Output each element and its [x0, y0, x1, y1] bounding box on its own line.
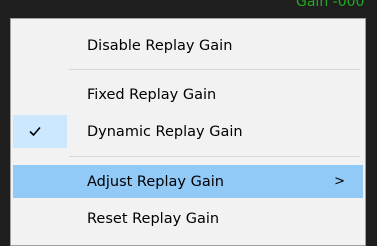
- menu-item-label: Fixed Replay Gain: [87, 86, 217, 103]
- menu-item-adjust-replay-gain[interactable]: Adjust Replay Gain >: [13, 165, 363, 198]
- menu-item-disable-replay-gain[interactable]: Disable Replay Gain: [13, 29, 363, 62]
- checkmark-icon: [29, 126, 41, 137]
- menu-item-reset-replay-gain[interactable]: Reset Replay Gain: [13, 202, 363, 235]
- menu-item-dynamic-replay-gain[interactable]: Dynamic Replay Gain: [13, 115, 363, 148]
- menu-separator: [69, 156, 360, 157]
- background-window-left: [0, 0, 10, 246]
- menu-item-label: Reset Replay Gain: [87, 210, 220, 227]
- menu-item-label: Dynamic Replay Gain: [87, 123, 243, 140]
- menu-item-fixed-replay-gain[interactable]: Fixed Replay Gain: [13, 78, 363, 111]
- menu-item-label: Disable Replay Gain: [87, 37, 233, 54]
- menu-separator: [69, 69, 360, 70]
- menu-item-label: Adjust Replay Gain: [87, 173, 224, 190]
- background-window-right: [365, 0, 377, 246]
- context-menu: Disable Replay Gain Fixed Replay Gain Dy…: [10, 18, 366, 246]
- submenu-arrow-icon: >: [334, 174, 345, 189]
- gain-readout: Gain -000: [296, 0, 365, 10]
